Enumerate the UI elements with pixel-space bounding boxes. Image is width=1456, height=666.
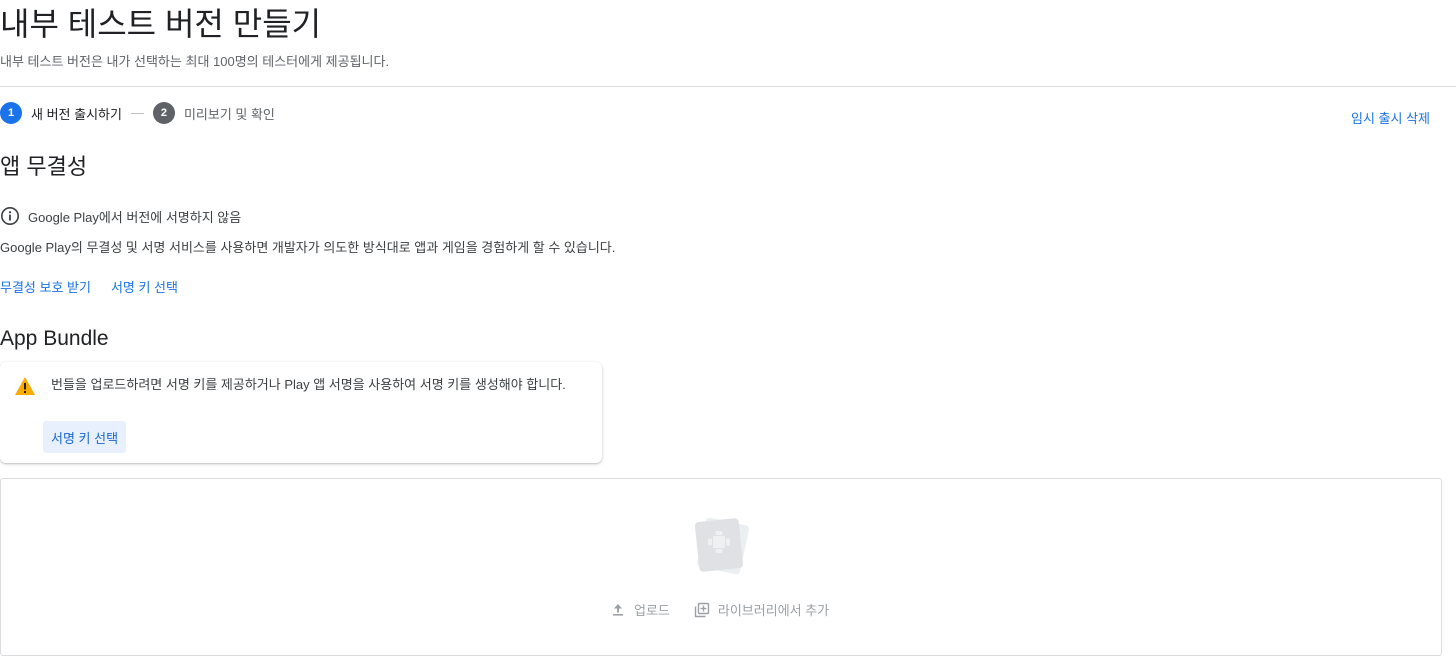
app-integrity-links: 무결성 보호 받기 서명 키 선택 [0, 277, 198, 296]
discard-draft-link[interactable]: 임시 출시 삭제 [1351, 108, 1430, 127]
upload-actions: 업로드 라이브러리에서 추가 [610, 600, 829, 619]
step-1-label: 새 버전 출시하기 [31, 106, 122, 122]
choose-signing-key-button[interactable]: 서명 키 선택 [43, 421, 127, 453]
signing-status: Google Play에서 버전에 서명하지 않음 [0, 206, 241, 226]
signing-key-warning-card: 번들을 업로드하려면 서명 키를 제공하거나 Play 앱 서명을 사용하여 서… [0, 362, 602, 463]
step-separator [130, 112, 144, 114]
upload-button[interactable]: 업로드 [610, 600, 670, 619]
signing-status-text: Google Play에서 버전에 서명하지 않음 [28, 209, 242, 225]
step-release[interactable]: 1 새 버전 출시하기 [0, 102, 122, 124]
page-subtitle: 내부 테스트 버전은 내가 선택하는 최대 100명의 테스터에게 제공됩니다. [0, 54, 390, 69]
add-from-library-button[interactable]: 라이브러리에서 추가 [694, 600, 829, 619]
step-2-number: 2 [152, 102, 175, 124]
release-stepper: 1 새 버전 출시하기 2 미리보기 및 확인 [0, 102, 275, 124]
upload-label: 업로드 [634, 603, 670, 618]
create-internal-test-release-page: 내부 테스트 버전 만들기 내부 테스트 버전은 내가 선택하는 최대 100명… [0, 0, 1456, 666]
info-icon [0, 206, 20, 226]
add-from-library-label: 라이브러리에서 추가 [717, 603, 830, 618]
signing-key-warning-text: 번들을 업로드하려면 서명 키를 제공하거나 Play 앱 서명을 사용하여 서… [51, 377, 566, 392]
library-add-icon [694, 602, 710, 618]
app-bundle-title: App Bundle [0, 327, 109, 350]
page-title: 내부 테스트 버전 만들기 [0, 6, 322, 42]
app-bundle-upload-area[interactable]: 업로드 라이브러리에서 추가 [0, 478, 1442, 656]
step-preview[interactable]: 2 미리보기 및 확인 [152, 102, 275, 124]
warning-icon [14, 376, 36, 396]
app-integrity-title: 앱 무결성 [0, 154, 88, 179]
app-bundle-illustration [691, 514, 753, 576]
upload-icon [610, 602, 626, 618]
choose-signing-key-link[interactable]: 서명 키 선택 [111, 277, 178, 296]
get-integrity-protection-link[interactable]: 무결성 보호 받기 [0, 277, 91, 296]
header-divider [0, 86, 1456, 87]
step-1-number: 1 [0, 102, 22, 124]
step-2-label: 미리보기 및 확인 [183, 106, 275, 122]
app-integrity-description: Google Play의 무결성 및 서명 서비스를 사용하면 개발자가 의도한… [0, 240, 616, 255]
